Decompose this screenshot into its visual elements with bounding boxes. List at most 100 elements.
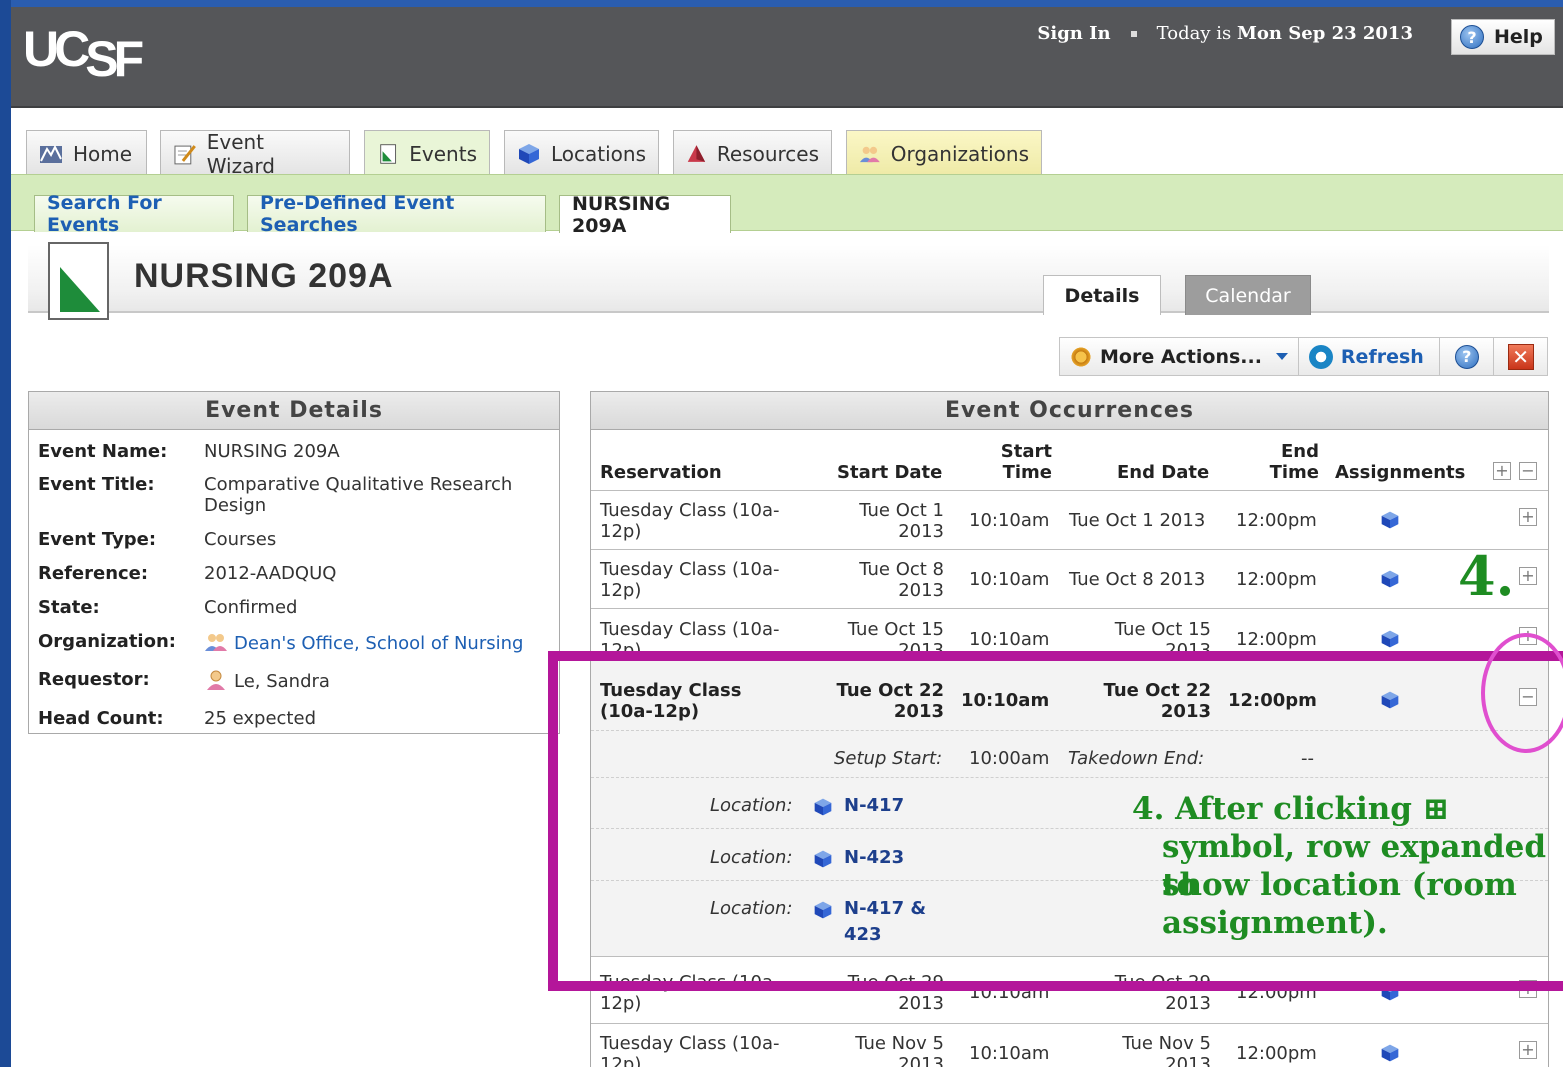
occ-sd-line1: Tue Oct 1 xyxy=(859,500,944,521)
detail-value: Comparative Qualitative Research Design xyxy=(204,474,513,516)
occ-sd-line2: 2013 xyxy=(898,521,944,542)
detail-row-organization: Organization: Dean's Office, School of N… xyxy=(38,631,544,654)
expanded-divider xyxy=(591,730,1548,731)
expand-all-icon[interactable]: + xyxy=(1493,462,1511,480)
occ-reservation[interactable]: Tuesday Class (10a- 12p) xyxy=(600,972,779,1014)
detail-label: Event Title: xyxy=(38,474,155,495)
close-button[interactable]: ✕ xyxy=(1494,338,1547,375)
occ-res-line1: Tuesday Class xyxy=(600,680,742,701)
user-icon xyxy=(207,670,225,690)
occ-start-time: 10:10am xyxy=(969,629,1050,650)
requestor-name: Le, Sandra xyxy=(234,671,330,692)
occ-start-time: 10:10am xyxy=(969,1043,1050,1064)
occ-sd-line2: 2013 xyxy=(898,1054,944,1067)
more-actions-button[interactable]: More Actions... xyxy=(1060,338,1299,375)
occ-end-date: Tue Oct 15 2013 xyxy=(1091,619,1211,661)
detail-row-head-count: Head Count: 25 expected xyxy=(38,708,544,729)
tab-locations[interactable]: Locations xyxy=(504,130,659,176)
expanded-divider xyxy=(591,777,1548,778)
refresh-button[interactable]: Refresh xyxy=(1299,338,1441,375)
location-link-n417-423[interactable]: N-417 & 423 xyxy=(844,896,926,948)
cube-icon[interactable] xyxy=(1380,982,1400,1002)
col-end-time[interactable]: End Time xyxy=(1267,441,1319,483)
tab-resources[interactable]: Resources xyxy=(673,130,832,176)
cube-icon xyxy=(814,901,832,919)
row-divider xyxy=(591,1023,1548,1024)
occ-res-line1: Tuesday Class (10a- xyxy=(600,619,780,640)
detail-label: Event Type: xyxy=(38,529,157,550)
expand-row-icon[interactable]: + xyxy=(1519,980,1537,998)
col-assignments[interactable]: Assignments xyxy=(1335,462,1465,483)
organization-icon xyxy=(205,634,227,651)
col-start-time[interactable]: Start Time xyxy=(1000,441,1052,483)
detail-value: Courses xyxy=(204,529,277,550)
resources-icon xyxy=(687,144,706,162)
col-reservation[interactable]: Reservation xyxy=(600,462,722,483)
row-divider xyxy=(591,660,1548,661)
expand-row-icon[interactable]: + xyxy=(1519,627,1537,645)
expand-row-icon[interactable]: + xyxy=(1519,1041,1537,1059)
col-end-date[interactable]: End Date xyxy=(1117,462,1209,483)
setup-start-value: 10:00am xyxy=(969,748,1050,769)
col-start-date[interactable]: Start Date xyxy=(837,462,942,483)
cube-icon xyxy=(518,143,539,164)
toolbar-help-button[interactable]: ? xyxy=(1440,338,1495,375)
location-link-n423[interactable]: N-423 xyxy=(844,845,904,871)
occ-reservation[interactable]: Tuesday Class (10a- 12p) xyxy=(600,500,779,542)
occ-end-date: Tue Oct 8 2013 xyxy=(1069,569,1206,590)
occ-reservation[interactable]: Tuesday Class (10a- 12p) xyxy=(600,559,779,601)
occ-res-line2: 12p) xyxy=(600,1054,642,1067)
ucsf-logo[interactable]: UCSF xyxy=(23,19,144,87)
cube-icon[interactable] xyxy=(1380,510,1400,530)
occ-ed-line1: Tue Oct 15 xyxy=(1114,619,1211,640)
help-label: Help xyxy=(1494,26,1543,48)
refresh-label: Refresh xyxy=(1340,345,1424,368)
detail-row-reference: Reference: 2012-AADQUQ xyxy=(38,563,544,584)
occ-sd-line2: 2013 xyxy=(898,640,944,661)
cube-icon[interactable] xyxy=(1380,629,1400,649)
expand-row-icon[interactable]: + xyxy=(1519,508,1537,526)
detail-label: Event Name: xyxy=(38,441,168,462)
event-details-panel: Event Details Event Name: NURSING 209A E… xyxy=(28,391,560,734)
tab-details[interactable]: Details xyxy=(1043,275,1161,315)
today-value: Mon Sep 23 2013 xyxy=(1236,23,1413,44)
tab-events-label: Events xyxy=(409,141,477,166)
gear-icon xyxy=(1070,345,1092,368)
collapse-row-icon[interactable]: − xyxy=(1519,688,1537,706)
collapse-all-icon[interactable]: − xyxy=(1519,462,1537,480)
cube-icon[interactable] xyxy=(1380,1043,1400,1063)
location-link-n417[interactable]: N-417 xyxy=(844,793,904,819)
cube-icon[interactable] xyxy=(1380,569,1400,589)
subtab-nursing-209a[interactable]: NURSING 209A xyxy=(559,193,731,237)
row-divider xyxy=(591,549,1548,550)
tab-events[interactable]: Events xyxy=(364,130,490,176)
slide-left-border xyxy=(0,0,11,1067)
row-divider xyxy=(591,608,1548,609)
tab-organizations[interactable]: Organizations xyxy=(846,130,1042,176)
help-button[interactable]: ? Help xyxy=(1451,19,1555,55)
sign-in-link[interactable]: Sign In xyxy=(1037,23,1110,44)
occ-res-line2: 12p) xyxy=(600,521,642,542)
tab-calendar[interactable]: Calendar xyxy=(1185,275,1311,315)
tab-home[interactable]: Home xyxy=(26,130,147,176)
expand-row-icon[interactable]: + xyxy=(1519,567,1537,585)
occ-end-date: Tue Nov 5 2013 xyxy=(1091,1033,1211,1067)
detail-label: State: xyxy=(38,597,100,618)
occ-start-date: Tue Nov 5 2013 xyxy=(823,1033,944,1067)
chevron-down-icon xyxy=(1275,353,1288,360)
subtab-predefined-searches[interactable]: Pre-Defined Event Searches xyxy=(247,192,546,236)
organization-link[interactable]: Dean's Office, School of Nursing xyxy=(234,633,523,654)
tab-event-wizard[interactable]: Event Wizard xyxy=(160,130,350,178)
occ-reservation[interactable]: Tuesday Class (10a- 12p) xyxy=(600,619,779,661)
today-prefix: Today is xyxy=(1156,23,1232,44)
requestor-value: Le, Sandra xyxy=(204,669,544,692)
occ-res-line1: Tuesday Class (10a- xyxy=(600,559,780,580)
cube-icon[interactable] xyxy=(1380,690,1400,710)
occ-res-line2: 12p) xyxy=(600,580,642,601)
wizard-icon xyxy=(174,144,196,164)
occ-ed-line1: Tue Oct 22 xyxy=(1103,680,1211,701)
occ-reservation[interactable]: Tuesday Class (10a- 12p) xyxy=(600,1033,779,1067)
occ-sd-line2: 2013 xyxy=(898,580,944,601)
subtab-search-for-events[interactable]: Search For Events xyxy=(34,192,234,236)
occ-reservation-expanded[interactable]: Tuesday Class (10a-12p) xyxy=(600,680,741,722)
